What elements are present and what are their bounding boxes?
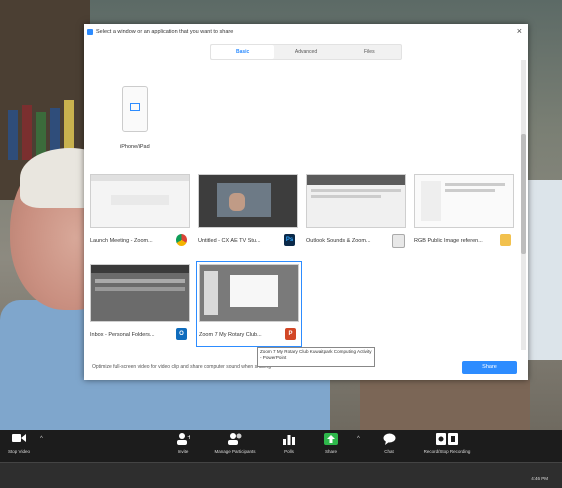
share-screen-button[interactable]: Share (316, 433, 346, 454)
thumbnail-content (445, 183, 505, 186)
invite-icon: + (176, 433, 192, 445)
window-tile[interactable]: Launch Meeting - Zoom... (90, 174, 190, 248)
tile-label: Untitled - CX AE TV Stu... (198, 238, 261, 244)
outlook-icon: O (176, 328, 187, 340)
thumbnail-content (95, 287, 185, 291)
manage-participants-button[interactable]: Manage Participants (200, 433, 270, 454)
book (22, 105, 32, 160)
thumbnail-slide (230, 275, 278, 307)
polls-icon (282, 433, 296, 445)
stop-video-button[interactable]: Stop Video (2, 433, 36, 454)
chat-button[interactable]: Chat (374, 433, 404, 454)
tile-label: Zoom 7 My Rotary Club... (199, 332, 262, 338)
close-icon[interactable]: × (517, 26, 522, 36)
video-icon (12, 433, 26, 445)
window-tile[interactable]: Untitled - CX AE TV Stu... Ps (198, 174, 298, 248)
thumbnail-content (95, 279, 185, 283)
window-thumbnail (198, 174, 298, 228)
meeting-toolbar: Stop Video ^ + Invite Manage Participant… (0, 430, 562, 462)
svg-text:+: + (187, 434, 190, 441)
thumbnail-slide-panel (204, 271, 218, 315)
window-tooltip: Zoom 7 My Rotary Club Kuwaitpark Computi… (257, 347, 375, 367)
share-button[interactable]: Share (462, 361, 517, 374)
window-tile[interactable]: RGB Public Image referen... (414, 174, 514, 248)
file-icon (392, 234, 405, 248)
photoshop-icon: Ps (284, 234, 295, 246)
share-tabs: Basic Advanced Files (210, 44, 402, 60)
window-thumbnail (306, 174, 406, 228)
share-options-caret-icon[interactable]: ^ (357, 436, 360, 442)
share-icon (324, 433, 338, 445)
toolbar-label: Share (324, 449, 337, 454)
chrome-icon (176, 234, 187, 246)
powerpoint-icon: P (285, 328, 296, 340)
thumbnail-titlebar (91, 175, 189, 181)
thumbnail-titlebar (307, 175, 405, 185)
system-clock: 4:46 PM (531, 476, 548, 481)
toolbar-label: Stop Video (8, 449, 30, 454)
tile-label: Launch Meeting - Zoom... (90, 238, 153, 244)
record-button[interactable]: Record/Stop Recording (412, 433, 482, 454)
window-thumbnail (90, 264, 190, 322)
background-window (526, 180, 562, 360)
thumbnail-titlebar (91, 265, 189, 273)
tile-label: Inbox - Personal Folders... (90, 332, 155, 338)
record-icon (436, 433, 458, 445)
scrollbar-thumb[interactable] (521, 134, 526, 254)
participants-icon (228, 433, 242, 445)
thumbnail-content (311, 195, 381, 198)
folder-icon (500, 234, 511, 246)
invite-button[interactable]: + Invite (168, 433, 198, 454)
toolbar-label: Manage Participants (214, 449, 256, 454)
thumbnail-person (229, 193, 245, 211)
iphone-device-icon (122, 86, 148, 132)
tab-basic[interactable]: Basic (211, 45, 275, 59)
tab-advanced[interactable]: Advanced (274, 45, 337, 59)
window-tile[interactable]: Inbox - Personal Folders... O (90, 264, 190, 342)
toolbar-label: Invite (177, 449, 189, 454)
thumbnail-content (421, 181, 441, 221)
dialog-title: Select a window or an application that y… (96, 29, 234, 35)
window-tile-selected[interactable]: Zoom 7 My Rotary Club... P (196, 261, 302, 347)
window-thumbnail (90, 174, 190, 228)
windows-taskbar: 4:46 PM (0, 462, 562, 488)
toolbar-label: Record/Stop Recording (423, 449, 471, 454)
tile-label: iPhone/iPad (120, 144, 150, 150)
screen-mirror-icon (130, 103, 140, 111)
background-table (360, 380, 530, 430)
optimize-option-text[interactable]: Optimize full-screen video for video cli… (92, 364, 271, 370)
video-options-caret-icon[interactable]: ^ (40, 436, 43, 442)
window-thumbnail (199, 264, 299, 322)
book (8, 110, 18, 160)
thumbnail-content (111, 195, 169, 205)
window-tile[interactable]: Outlook Sounds & Zoom... (306, 174, 406, 248)
thumbnail-content (311, 189, 401, 192)
thumbnail-content (445, 189, 495, 192)
toolbar-label: Polls (284, 449, 294, 454)
zoom-logo-icon (87, 29, 93, 35)
tab-files[interactable]: Files (338, 45, 401, 59)
polls-button[interactable]: Polls (274, 433, 304, 454)
toolbar-label: Chat (384, 449, 394, 454)
tile-label: RGB Public Image referen... (414, 238, 483, 244)
window-thumbnail (414, 174, 514, 228)
tile-label: Outlook Sounds & Zoom... (306, 238, 371, 244)
share-screen-dialog: Select a window or an application that y… (84, 24, 528, 380)
chat-icon (382, 433, 396, 445)
tile-iphone-ipad[interactable]: iPhone/iPad (110, 84, 160, 154)
